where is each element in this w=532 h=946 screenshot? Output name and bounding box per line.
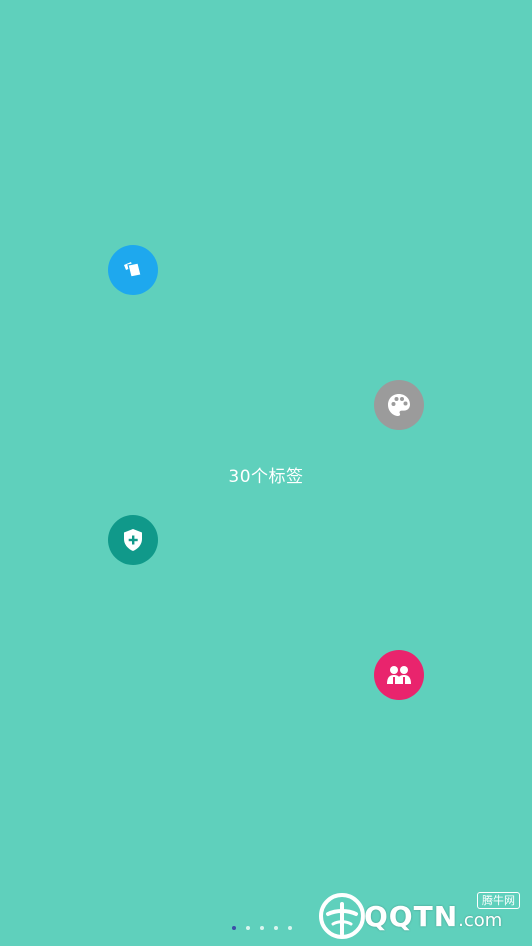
watermark-brand-suffix: .com xyxy=(458,910,503,931)
watermark-brand-name: QQTN xyxy=(364,900,459,933)
page-dot-3[interactable] xyxy=(260,926,264,930)
watermark: QQTN.com 腾牛网 xyxy=(316,890,526,942)
people-icon[interactable] xyxy=(374,650,424,700)
page-dot-1[interactable] xyxy=(232,926,236,930)
tag-count-label: 30个标签 xyxy=(228,467,304,487)
watermark-tag: 腾牛网 xyxy=(477,892,520,909)
palette-icon[interactable] xyxy=(374,380,424,430)
shield-plus-icon[interactable] xyxy=(108,515,158,565)
page-dot-2[interactable] xyxy=(246,926,250,930)
watermark-logo-icon xyxy=(319,893,365,939)
page-indicator xyxy=(232,926,292,930)
page-dot-4[interactable] xyxy=(274,926,278,930)
cards-icon[interactable] xyxy=(108,245,158,295)
page-dot-5[interactable] xyxy=(288,926,292,930)
